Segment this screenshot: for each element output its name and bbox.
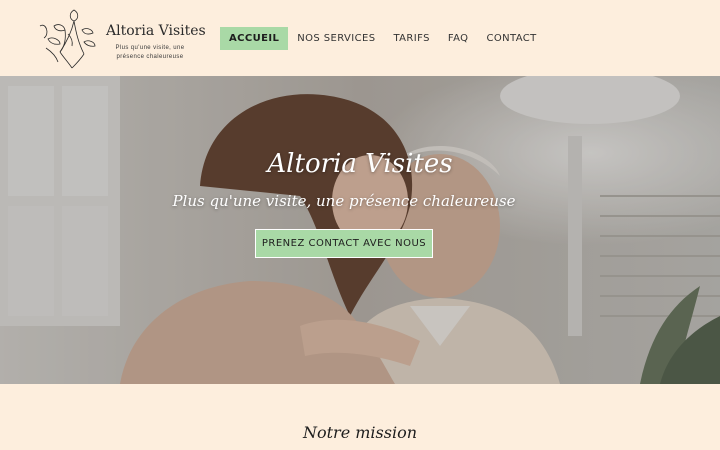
brand-tagline: Plus qu'une visite, une présence chaleur… [115, 45, 185, 60]
nav-item-faq[interactable]: FAQ [439, 27, 478, 50]
brand-logo[interactable]: Altoria Visites Plus qu'une visite, une … [38, 4, 206, 72]
hero-subtitle: Plus qu'une visite, une présence chaleur… [172, 192, 516, 210]
nav-item-nos-services[interactable]: NOS SERVICES [288, 27, 384, 50]
site-header: Altoria Visites Plus qu'une visite, une … [0, 0, 720, 76]
hero-section: Altoria Visites Plus qu'une visite, une … [0, 76, 720, 384]
nav-item-tarifs[interactable]: TARIFS [384, 27, 438, 50]
brand-name: Altoria Visites [106, 23, 206, 39]
mission-section: Notre mission [0, 384, 720, 450]
nav-item-contact[interactable]: CONTACT [477, 27, 545, 50]
hero-title: Altoria Visites [267, 149, 453, 179]
contact-cta-button[interactable]: PRENEZ CONTACT AVEC NOUS [255, 229, 433, 258]
nav-item-accueil[interactable]: ACCUEIL [220, 27, 289, 50]
main-nav: ACCUEIL NOS SERVICES TARIFS FAQ CONTACT [220, 27, 546, 50]
mission-title: Notre mission [302, 423, 418, 442]
flower-bouquet-icon [39, 9, 96, 69]
